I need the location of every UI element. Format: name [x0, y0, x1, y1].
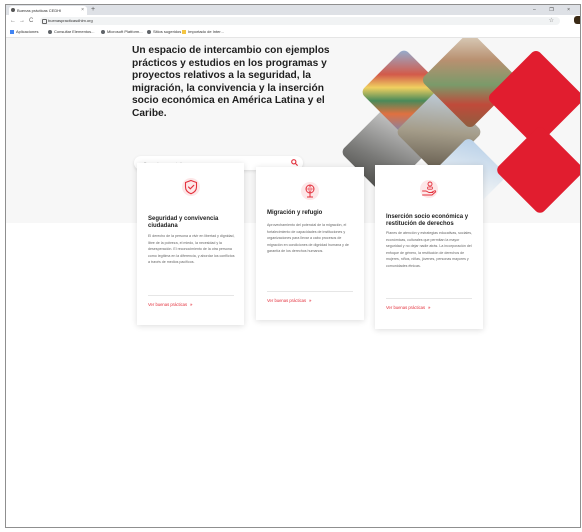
bookmark-item[interactable]: Consultar Elementos...	[48, 27, 94, 37]
card-divider	[386, 298, 472, 299]
card-link[interactable]: Ver buenas prácticas»	[148, 302, 192, 307]
tab-bar: Buenas prácticas CEDHI × + – ❐ ×	[6, 5, 580, 15]
red-diamond-decoration	[494, 124, 580, 216]
profile-avatar[interactable]	[574, 16, 580, 24]
arrow-right-icon: »	[309, 298, 312, 303]
tab-close-icon[interactable]: ×	[81, 6, 84, 15]
browser-window: Buenas prácticas CEDHI × + – ❐ × ← → C b…	[5, 4, 581, 528]
card-insercion: Inserción socio económica y restitución …	[375, 165, 483, 329]
card-link[interactable]: Ver buenas prácticas»	[386, 305, 430, 310]
hero-headline: Un espacio de intercambio con ejemplos p…	[132, 45, 330, 119]
bookmarks-bar: Aplicaciones Consultar Elementos... Micr…	[6, 27, 580, 38]
shield-icon	[181, 178, 200, 196]
card-title: Migración y refugio	[267, 210, 323, 216]
back-icon[interactable]: ←	[10, 16, 16, 26]
search-icon[interactable]	[291, 159, 298, 166]
card-divider	[148, 295, 234, 296]
card-title: Inserción socio económica y restitución …	[386, 214, 469, 228]
url-text: buenaspracticasdhlm.org	[48, 18, 93, 23]
card-title: Seguridad y convivencia ciudadana	[148, 216, 219, 230]
apps-grid-icon	[10, 29, 14, 34]
card-description: Aprovechamiento del potencial de la migr…	[267, 223, 349, 254]
hand-coins-icon	[420, 180, 438, 198]
window-controls[interactable]: – ❐ ×	[533, 5, 576, 15]
favicon-icon	[11, 8, 15, 12]
bookmark-item[interactable]: Importado de Inter...	[182, 27, 224, 37]
tab-title: Buenas prácticas CEDHI	[17, 8, 62, 13]
globe-icon	[147, 29, 151, 34]
bookmark-star-icon[interactable]: ☆	[549, 17, 554, 25]
bookmark-apps[interactable]: Aplicaciones	[10, 27, 38, 37]
forward-icon[interactable]: →	[19, 16, 25, 26]
card-seguridad: Seguridad y convivencia ciudadana El der…	[137, 163, 244, 325]
address-bar[interactable]: buenaspracticasdhlm.org ☆	[40, 17, 560, 25]
arrow-right-icon: »	[190, 302, 193, 307]
card-description: El derecho de la persona a vivir en libe…	[148, 234, 235, 265]
browser-toolbar: ← → C buenaspracticasdhlm.org ☆	[6, 15, 580, 27]
bookmark-item[interactable]: Sitios sugeridos	[147, 27, 181, 37]
browser-tab[interactable]: Buenas prácticas CEDHI ×	[9, 6, 87, 15]
reload-icon[interactable]: C	[29, 16, 33, 26]
folder-icon	[182, 29, 186, 34]
globe-pin-icon	[301, 182, 319, 200]
globe-icon	[101, 29, 105, 34]
card-migracion: Migración y refugio Aprovechamiento del …	[256, 167, 364, 320]
lock-icon	[42, 19, 47, 24]
globe-icon	[48, 29, 52, 34]
arrow-right-icon: »	[428, 305, 431, 310]
card-divider	[267, 291, 353, 292]
card-link[interactable]: Ver buenas prácticas»	[267, 298, 311, 303]
bookmark-item[interactable]: Microsoft Platform...	[101, 27, 143, 37]
card-description: Planes de atención y estrategias educati…	[386, 231, 473, 268]
page-content: Un espacio de intercambio con ejemplos p…	[6, 38, 580, 527]
new-tab-button[interactable]: +	[91, 5, 95, 15]
